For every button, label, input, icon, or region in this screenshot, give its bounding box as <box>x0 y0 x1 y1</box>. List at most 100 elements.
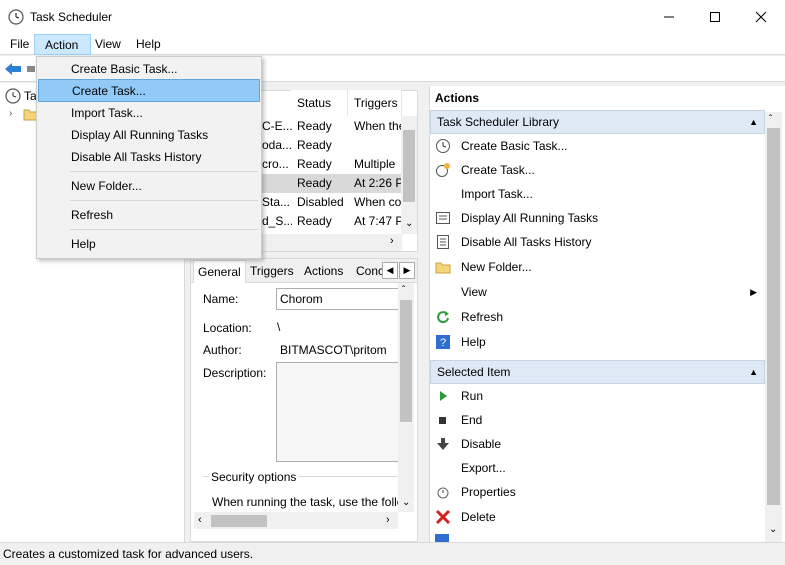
security-options-text: When running the task, use the follo <box>212 495 398 509</box>
task-name-field[interactable]: Chorom <box>276 288 401 310</box>
task-status-cell[interactable]: Ready <box>297 174 347 193</box>
action-disable[interactable]: Disable <box>433 433 763 455</box>
task-name-cell[interactable]: cro... <box>262 155 292 174</box>
task-name-cell[interactable] <box>262 174 292 193</box>
action-end[interactable]: End <box>433 409 763 431</box>
task-name-cell[interactable]: Sta... <box>262 193 292 212</box>
menu-item-help[interactable]: Help <box>38 233 260 255</box>
tab-conditions[interactable]: Conc <box>352 260 382 283</box>
action-delete[interactable]: Delete <box>433 506 763 528</box>
description-field[interactable] <box>276 362 401 462</box>
action-new-folder[interactable]: New Folder... <box>433 256 763 278</box>
tab-triggers[interactable]: Triggers <box>246 260 298 283</box>
column-header-status[interactable]: Status <box>291 90 348 116</box>
task-trigger-cell[interactable]: Multiple <box>354 155 401 174</box>
section-title: Selected Item <box>437 365 511 379</box>
action-display-running-tasks[interactable]: Display All Running Tasks <box>433 207 763 229</box>
tree-expand-chevron-icon[interactable]: › <box>9 108 12 119</box>
menu-file[interactable]: File <box>5 34 34 55</box>
clock-icon <box>5 88 21 104</box>
action-create-basic-task[interactable]: Create Basic Task... <box>433 135 763 157</box>
description-label: Description: <box>203 366 267 380</box>
action-disable-tasks-history[interactable]: Disable All Tasks History <box>433 231 763 253</box>
task-name-cell[interactable]: C-E... <box>262 117 292 136</box>
list-icon <box>436 212 450 224</box>
end-icon <box>439 417 446 424</box>
action-view[interactable]: View ▶ <box>433 281 763 303</box>
task-status-cell[interactable]: Ready <box>297 155 347 174</box>
action-create-task[interactable]: Create Task... <box>433 159 763 181</box>
tree-root-item[interactable]: Ta <box>24 89 37 103</box>
menu-help[interactable]: Help <box>131 34 166 55</box>
task-trigger-cell[interactable] <box>354 136 401 155</box>
collapse-triangle-icon[interactable]: ▲ <box>749 361 758 383</box>
minimize-icon <box>664 16 674 18</box>
menu-view[interactable]: View <box>90 34 126 55</box>
properties-icon <box>437 487 449 499</box>
svg-text:?: ? <box>440 337 446 349</box>
task-scheduler-clock-icon <box>8 9 24 25</box>
menu-item-create-basic-task[interactable]: Create Basic Task... <box>38 58 260 80</box>
detail-hscroll-thumb[interactable] <box>211 515 267 527</box>
menu-item-refresh[interactable]: Refresh <box>38 204 260 226</box>
tab-actions[interactable]: Actions <box>300 260 347 283</box>
task-status-cell[interactable]: Disabled <box>297 193 347 212</box>
menu-separator <box>70 171 258 172</box>
back-arrow-icon[interactable] <box>4 61 22 77</box>
action-refresh[interactable]: Refresh <box>433 306 763 328</box>
actions-vscroll-thumb[interactable] <box>767 128 780 505</box>
scroll-right-chevron-icon[interactable]: › <box>386 514 390 526</box>
detail-vscroll-thumb[interactable] <box>400 300 412 422</box>
menu-action[interactable]: Action <box>34 34 91 55</box>
partially-visible-action-icon <box>435 534 449 542</box>
collapse-triangle-icon[interactable]: ▲ <box>749 111 758 133</box>
name-label: Name: <box>203 292 239 306</box>
menu-item-new-folder[interactable]: New Folder... <box>38 175 260 197</box>
task-status-cell[interactable]: Ready <box>297 117 347 136</box>
menu-item-create-task[interactable]: Create Task... <box>38 79 260 102</box>
action-import-task[interactable]: Import Task... <box>433 183 763 205</box>
task-name-cell[interactable]: d_S... <box>262 212 292 231</box>
tab-scroll-right-button[interactable]: ▶ <box>399 262 415 279</box>
scroll-up-chevron-icon[interactable]: ˆ <box>769 114 772 125</box>
task-trigger-cell[interactable]: At 7:47 P <box>354 212 401 231</box>
security-options-label: Security options <box>209 470 299 484</box>
menu-item-disable-tasks-history[interactable]: Disable All Tasks History <box>38 146 260 168</box>
scroll-right-chevron-icon[interactable]: › <box>390 235 394 247</box>
task-status-cell[interactable]: Ready <box>297 212 347 231</box>
section-header-task-scheduler-library[interactable]: Task Scheduler Library ▲ <box>430 110 765 134</box>
task-trigger-cell[interactable]: At 2:26 P <box>354 174 401 193</box>
action-help[interactable]: ? Help <box>433 331 763 353</box>
scroll-up-chevron-icon[interactable]: ˆ <box>402 285 405 296</box>
menu-item-import-task[interactable]: Import Task... <box>38 102 260 124</box>
task-name-cell[interactable]: oda... <box>262 136 292 155</box>
create-task-icon <box>436 163 450 177</box>
scroll-down-chevron-icon[interactable]: ⌄ <box>402 497 410 508</box>
disable-icon <box>437 438 449 450</box>
tab-general[interactable]: General <box>193 260 246 283</box>
task-list-vscroll-thumb[interactable] <box>403 130 415 202</box>
tab-scroll-left-button[interactable]: ◀ <box>382 262 398 279</box>
close-button[interactable] <box>738 0 784 34</box>
column-header-triggers[interactable]: Triggers <box>348 90 402 116</box>
scroll-down-chevron-icon[interactable]: ⌄ <box>769 524 777 535</box>
refresh-icon <box>437 311 449 324</box>
minimize-button[interactable] <box>646 0 692 34</box>
maximize-button[interactable] <box>692 0 738 34</box>
forward-arrow-icon[interactable] <box>27 66 35 72</box>
task-trigger-cell[interactable]: When the <box>354 117 401 136</box>
menu-item-display-running-tasks[interactable]: Display All Running Tasks <box>38 124 260 146</box>
task-trigger-cell[interactable]: When co <box>354 193 401 212</box>
scroll-left-chevron-icon[interactable]: ‹ <box>198 514 202 526</box>
close-icon <box>755 11 767 23</box>
scroll-down-chevron-icon[interactable]: ⌄ <box>405 218 413 229</box>
action-properties[interactable]: Properties <box>433 481 763 503</box>
section-header-selected-item[interactable]: Selected Item ▲ <box>430 360 765 384</box>
run-icon <box>440 391 447 401</box>
maximize-icon <box>710 12 720 22</box>
clock-wizard-icon <box>436 139 450 153</box>
action-export[interactable]: Export... <box>433 457 763 479</box>
section-title: Task Scheduler Library <box>437 115 560 129</box>
task-status-cell[interactable]: Ready <box>297 136 347 155</box>
action-run[interactable]: Run <box>433 385 763 407</box>
